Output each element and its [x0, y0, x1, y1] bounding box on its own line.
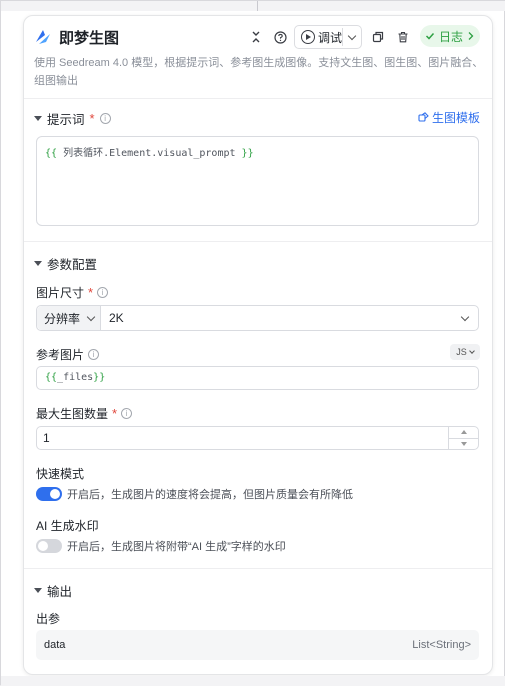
fast-mode-label: 快速模式 [36, 467, 85, 481]
caret-down-icon [34, 588, 42, 593]
node-config-panel: 即梦生图 调试 日志 使用 Seedream 4.0 模型，根据提示词、参考图生… [23, 15, 493, 675]
top-strip [1, 1, 505, 11]
image-size-label: 图片尺寸 * i [36, 284, 109, 301]
output-section-title: 输出 [47, 585, 73, 599]
max-count-label: 最大生图数量 * i [36, 405, 133, 422]
params-section-header[interactable]: 参数配置 [34, 254, 97, 273]
info-icon[interactable]: i [97, 287, 109, 298]
required-mark: * [88, 285, 94, 300]
copy-icon[interactable] [371, 28, 385, 46]
debug-label: 调试 [318, 30, 343, 45]
size-value-select[interactable]: 2K [101, 311, 462, 325]
debug-dropdown-chevron-icon[interactable] [344, 28, 360, 46]
prompt-input[interactable]: {{ 列表循环.Element.visual_prompt }} [36, 136, 479, 226]
chevron-right-icon [468, 32, 474, 40]
reference-image-input[interactable]: {{_files}} [36, 366, 479, 390]
js-mode-toggle[interactable]: JS [450, 344, 480, 360]
prompt-section-title: 提示词 [47, 113, 85, 127]
output-name: data [44, 639, 66, 651]
size-mode-select[interactable]: 分辨率 [37, 306, 101, 330]
template-icon [418, 112, 429, 122]
prompt-section-header[interactable]: 提示词 * i [34, 109, 111, 128]
watermark-label: AI 生成水印 [36, 519, 99, 533]
window: 即梦生图 调试 日志 使用 Seedream 4.0 模型，根据提示词、参考图生… [0, 0, 505, 686]
node-title: 即梦生图 [59, 30, 120, 47]
watermark-toggle[interactable] [36, 539, 62, 553]
info-icon[interactable]: i [88, 349, 100, 360]
prompt-variable: 列表循环.Element.visual_prompt [57, 148, 242, 159]
check-icon [425, 32, 435, 40]
max-count-stepper: 1 [36, 426, 479, 450]
fast-mode-toggle[interactable] [36, 487, 62, 501]
max-count-input[interactable]: 1 [37, 431, 448, 445]
panel-header: 即梦生图 调试 日志 [24, 16, 492, 58]
log-label: 日志 [438, 29, 463, 44]
chevron-down-icon [460, 312, 470, 321]
play-icon [301, 30, 315, 44]
output-row: data List<String> [36, 630, 479, 660]
info-icon[interactable]: i [99, 113, 111, 124]
decrement-button[interactable] [449, 439, 478, 450]
increment-button[interactable] [449, 427, 478, 439]
image-template-link[interactable]: 生图模板 [418, 109, 480, 126]
output-params-label: 出参 [36, 612, 61, 626]
required-mark: * [89, 111, 95, 126]
caret-down-icon [34, 116, 42, 121]
params-section-title: 参数配置 [47, 258, 98, 272]
required-mark: * [112, 406, 118, 421]
collapse-icon[interactable] [249, 28, 263, 46]
info-icon[interactable]: i [121, 408, 133, 419]
caret-down-icon [34, 261, 42, 266]
output-section-header[interactable]: 输出 [34, 581, 72, 600]
output-type: List<String> [412, 639, 471, 651]
image-size-select: 分辨率 2K [36, 305, 479, 331]
chevron-down-icon [86, 312, 96, 321]
help-icon[interactable] [272, 28, 288, 46]
watermark-hint: 开启后，生成图片将附带“AI 生成”字样的水印 [67, 541, 286, 553]
jimeng-logo-icon [36, 30, 50, 44]
node-description: 使用 Seedream 4.0 模型，根据提示词、参考图生成图像。支持文生图、图… [34, 57, 484, 87]
reference-image-label: 参考图片 i [36, 346, 100, 363]
fast-mode-hint: 开启后，生成图片的速度将会提高，但图片质量会有所降低 [67, 489, 353, 501]
delete-icon[interactable] [396, 28, 410, 46]
chevron-down-icon [468, 348, 475, 354]
log-button[interactable]: 日志 [420, 25, 480, 47]
